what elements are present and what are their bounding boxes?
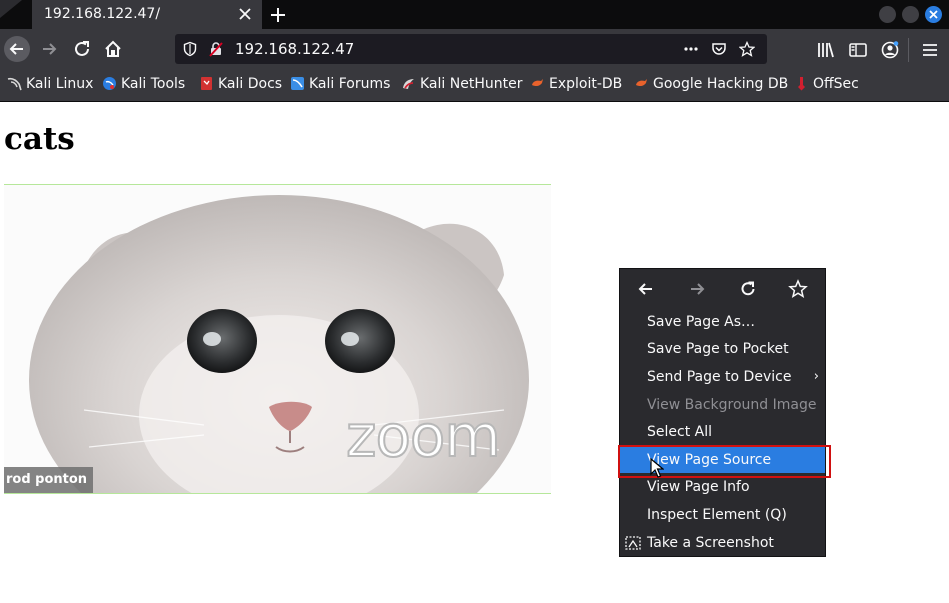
zoom-watermark: zoom: [345, 402, 502, 470]
arrow-left-icon: [9, 43, 23, 55]
context-menu-navigation: [620, 269, 825, 309]
kali-docs-icon: [201, 77, 212, 90]
mouse-cursor-icon: [650, 458, 664, 478]
bookmark-label: Kali Tools: [121, 76, 186, 92]
menu-item-take-screenshot[interactable]: Take a Screenshot: [620, 530, 825, 556]
minimize-button[interactable]: [879, 6, 896, 23]
bookmark-kali-nethunter[interactable]: Kali NetHunter: [401, 76, 522, 96]
kali-forums-icon: [291, 77, 304, 90]
reload-icon[interactable]: [738, 279, 758, 299]
back-button[interactable]: [4, 36, 30, 62]
bookmark-kali-docs[interactable]: Kali Docs: [199, 76, 282, 96]
page-actions-icon[interactable]: [683, 41, 699, 57]
bookmark-label: Kali Docs: [218, 76, 283, 92]
bookmark-google-hacking-db[interactable]: Google Hacking DB: [634, 76, 788, 96]
cat-image[interactable]: zoom rod ponton: [4, 184, 551, 494]
shield-icon[interactable]: [182, 41, 198, 57]
tab-strip-corner: [0, 0, 22, 18]
menu-item-select-all[interactable]: Select All: [620, 419, 825, 445]
hamburger-menu-icon[interactable]: [920, 40, 940, 60]
pocket-icon[interactable]: [711, 41, 727, 57]
screenshot-icon: [625, 536, 641, 550]
insecure-lock-icon[interactable]: [208, 41, 224, 57]
menu-item-save-to-pocket[interactable]: Save Page to Pocket: [620, 336, 825, 362]
bookmark-star-icon[interactable]: [788, 279, 808, 299]
bookmark-label: Exploit-DB: [549, 76, 623, 92]
submenu-chevron-icon: ›: [813, 369, 819, 384]
browser-tab[interactable]: 192.168.122.47/: [32, 0, 262, 29]
tab-title: 192.168.122.47/: [44, 6, 161, 22]
context-menu: Save Page As… Save Page to Pocket Send P…: [619, 268, 826, 557]
bookmark-label: Kali Linux: [26, 76, 94, 92]
toolbar-divider: [908, 38, 909, 62]
bookmark-star-icon[interactable]: [739, 41, 755, 57]
menu-item-save-page-as[interactable]: Save Page As…: [620, 309, 825, 335]
menu-item-label: Take a Screenshot: [647, 535, 774, 551]
url-text: 192.168.122.47: [235, 40, 355, 58]
bookmark-label: OffSec: [813, 76, 859, 92]
nethunter-icon: [403, 79, 414, 89]
kali-tools-icon: [103, 77, 116, 90]
bookmark-kali-tools[interactable]: Kali Tools: [102, 76, 185, 96]
maximize-button[interactable]: [902, 6, 919, 23]
menu-item-label: Send Page to Device: [647, 369, 792, 385]
bookmark-kali-forums[interactable]: Kali Forums: [290, 76, 390, 96]
bookmark-exploit-db[interactable]: Exploit-DB: [530, 76, 622, 96]
close-window-button[interactable]: [925, 6, 942, 23]
bookmark-label: Kali Forums: [309, 76, 391, 92]
menu-item-inspect-element[interactable]: Inspect Element (Q): [620, 502, 825, 528]
bookmark-label: Google Hacking DB: [653, 76, 789, 92]
page-heading: cats: [4, 121, 75, 157]
sidebar-icon[interactable]: [848, 40, 868, 60]
tab-strip: 192.168.122.47/: [0, 0, 949, 29]
ghdb-icon: [636, 79, 647, 87]
account-icon[interactable]: [880, 40, 900, 60]
navigation-toolbar: 192.168.122.47: [0, 29, 949, 70]
menu-item-view-background-image: View Background Image: [647, 397, 817, 413]
home-button[interactable]: [100, 36, 126, 62]
url-bar[interactable]: 192.168.122.47: [175, 34, 767, 64]
menu-item-send-to-device[interactable]: Send Page to Device ›: [620, 364, 825, 390]
exploit-db-icon: [532, 79, 543, 87]
kali-dragon-icon: [7, 77, 22, 91]
new-tab-icon[interactable]: [268, 5, 288, 25]
library-icon[interactable]: [816, 40, 836, 60]
close-icon[interactable]: [238, 7, 252, 21]
offsec-icon: [798, 77, 805, 91]
bookmark-offsec[interactable]: OffSec: [794, 76, 859, 96]
bookmark-label: Kali NetHunter: [420, 76, 523, 92]
participant-name-tag: rod ponton: [4, 467, 94, 493]
bookmark-kali-linux[interactable]: Kali Linux: [7, 76, 93, 96]
bookmarks-toolbar: Kali Linux Kali Tools Kali Docs Kali For…: [0, 70, 949, 102]
arrow-left-icon[interactable]: [636, 279, 656, 299]
reload-button[interactable]: [69, 36, 95, 62]
forward-button[interactable]: [36, 36, 62, 62]
arrow-right-icon[interactable]: [687, 279, 707, 299]
close-icon: [929, 10, 938, 19]
